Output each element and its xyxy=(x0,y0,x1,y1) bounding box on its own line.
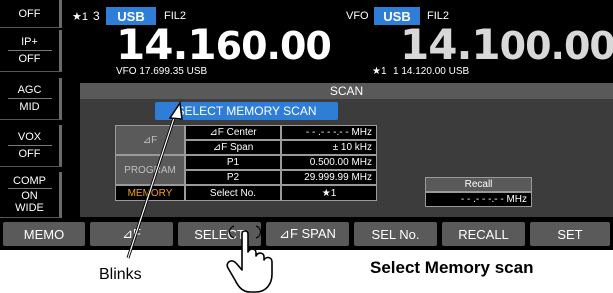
touch-hand-icon xyxy=(226,225,273,293)
annotation-overlay xyxy=(126,100,273,293)
pointer-arrow-icon xyxy=(126,100,183,259)
